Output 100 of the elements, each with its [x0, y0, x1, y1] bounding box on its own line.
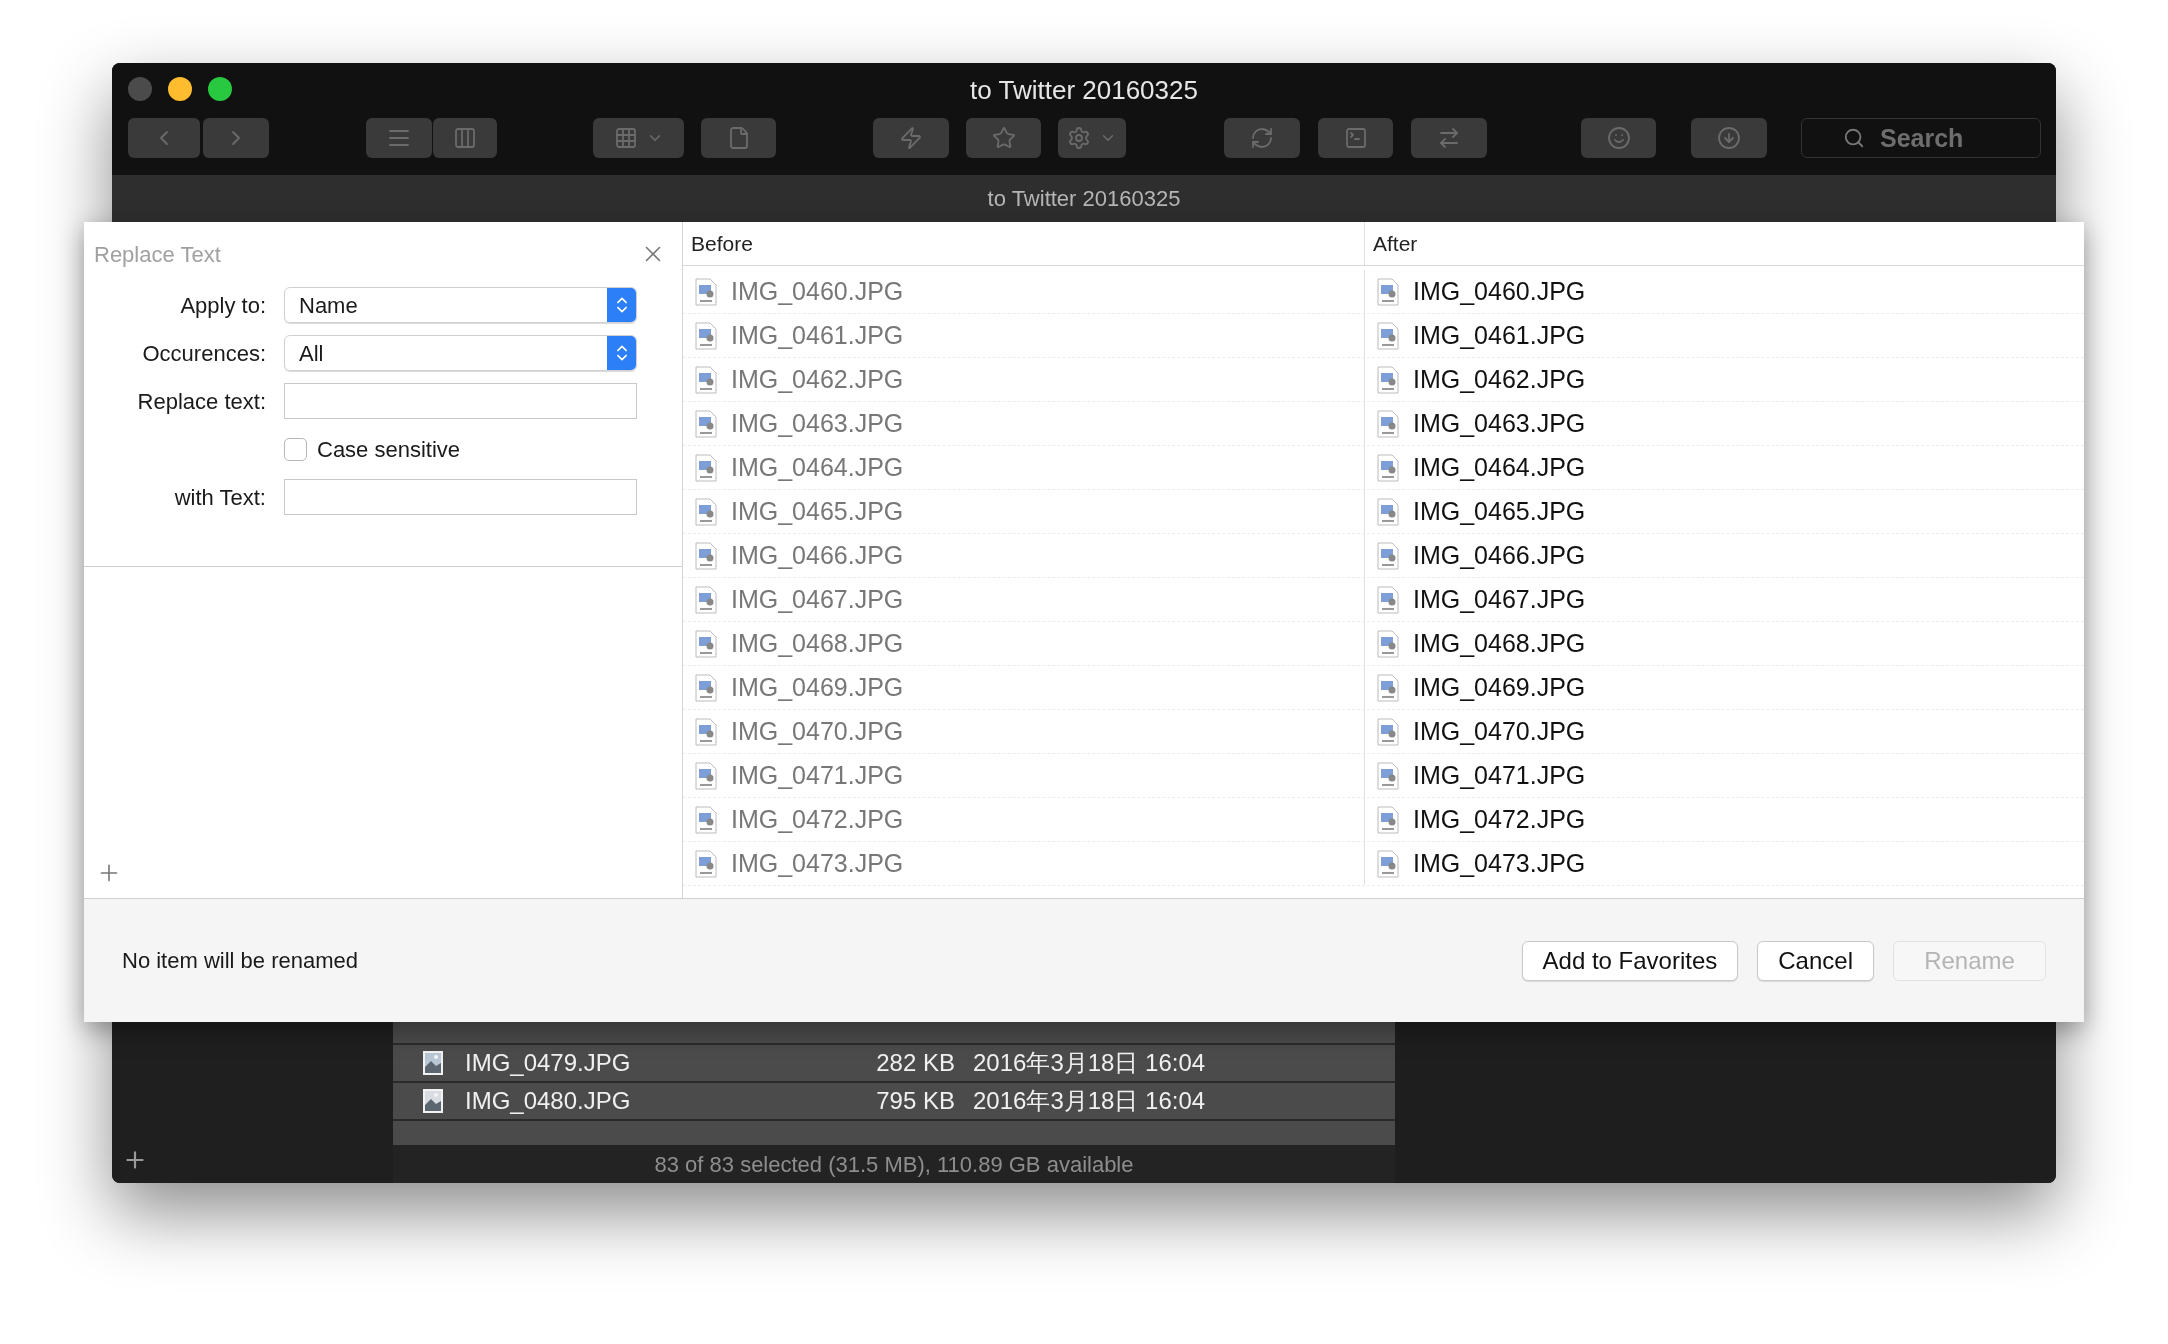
refresh-icon — [1250, 126, 1274, 150]
table-cell-text: IMG_0466.JPG — [731, 539, 904, 571]
table-cell-text: IMG_0464.JPG — [731, 451, 904, 483]
text-field[interactable] — [284, 479, 637, 515]
jpeg-file-icon — [695, 365, 717, 394]
lightning-icon — [899, 126, 923, 150]
field-label: with Text: — [173, 483, 266, 512]
table-cell-text: IMG_0467.JPG — [1413, 583, 1586, 615]
field-label: Replace text: — [136, 387, 266, 416]
stepper-icon — [607, 288, 636, 322]
file-row[interactable]: IMG_0479.JPG 282 KB 2016年3月18日 16:04 — [393, 1045, 1395, 1081]
table-cell-text: IMG_0465.JPG — [731, 495, 904, 527]
table-cell-text: IMG_0464.JPG — [1413, 451, 1586, 483]
settings-button[interactable] — [1058, 118, 1126, 158]
table-cell-text: IMG_0462.JPG — [731, 363, 904, 395]
column-view-button[interactable] — [433, 118, 497, 158]
panel-title: Replace Text — [94, 240, 221, 269]
table-cell-text: IMG_0470.JPG — [731, 715, 904, 747]
star-icon — [991, 126, 1016, 150]
table-cell-text: IMG_0463.JPG — [1413, 407, 1586, 439]
file-size: 282 KB — [875, 1048, 955, 1078]
footer-button[interactable]: Add to Favorites — [1521, 940, 1739, 981]
jpeg-file-icon — [1377, 849, 1399, 878]
table-cell-text: IMG_0461.JPG — [731, 319, 904, 351]
jpeg-file-icon — [695, 541, 717, 570]
swap-arrows-button[interactable] — [1411, 118, 1487, 158]
field-label: Occurences: — [141, 339, 266, 368]
table-cell-text: IMG_0461.JPG — [1413, 319, 1586, 351]
download-button[interactable] — [1691, 118, 1767, 158]
table-cell-text: IMG_0472.JPG — [731, 803, 904, 835]
smiley-icon — [1606, 126, 1631, 150]
jpeg-file-icon — [1377, 717, 1399, 746]
status-message: No item will be renamed — [122, 947, 359, 975]
terminal-icon — [1343, 126, 1368, 150]
table-cell-text: IMG_0463.JPG — [731, 407, 904, 439]
popup-menu[interactable]: Name — [284, 287, 637, 323]
jpeg-file-icon — [1377, 761, 1399, 790]
download-icon — [1717, 126, 1741, 150]
jpeg-file-icon — [1377, 365, 1399, 394]
jpeg-file-icon — [695, 409, 717, 438]
table-cell-text: IMG_0473.JPG — [731, 847, 904, 879]
search-field[interactable]: Search — [1801, 118, 2041, 158]
jpeg-file-icon — [695, 673, 717, 702]
table-cell-text: IMG_0470.JPG — [1413, 715, 1586, 747]
search-icon — [1843, 127, 1865, 149]
star-button[interactable] — [966, 118, 1041, 158]
table-cell-text: IMG_0469.JPG — [731, 671, 904, 703]
list-view-button[interactable] — [366, 118, 432, 158]
footer-button[interactable]: Cancel — [1757, 940, 1874, 981]
table-cell-text: IMG_0462.JPG — [1413, 363, 1586, 395]
table-cell-text: IMG_0460.JPG — [1413, 275, 1586, 307]
jpeg-file-icon — [1377, 805, 1399, 834]
table-cell-text: IMG_0468.JPG — [731, 627, 904, 659]
stepper-icon — [607, 336, 636, 370]
jpeg-file-icon — [695, 277, 717, 306]
case-sensitive-checkbox[interactable]: Case sensitive — [284, 432, 461, 466]
table-cell-text: IMG_0472.JPG — [1413, 803, 1586, 835]
swap-arrows-icon — [1437, 126, 1461, 150]
table-cell-text: IMG_0473.JPG — [1413, 847, 1586, 879]
jpeg-file-icon — [695, 585, 717, 614]
jpeg-file-icon — [1377, 629, 1399, 658]
jpeg-file-icon — [695, 717, 717, 746]
jpeg-file-icon — [1377, 585, 1399, 614]
jpeg-file-icon — [1377, 453, 1399, 482]
jpeg-file-icon — [695, 497, 717, 526]
field-label: Apply to: — [179, 291, 266, 320]
new-document-button[interactable] — [701, 118, 776, 158]
lightning-button[interactable] — [873, 118, 949, 158]
jpeg-file-icon — [1377, 277, 1399, 306]
jpeg-file-icon — [695, 761, 717, 790]
text-field[interactable] — [284, 383, 637, 419]
terminal-button[interactable] — [1318, 118, 1393, 158]
file-date: 2016年3月18日 16:04 — [973, 1048, 1206, 1078]
jpeg-file-icon — [695, 321, 717, 350]
file-name: IMG_0480.JPG — [465, 1086, 632, 1116]
table-cell-text: IMG_0468.JPG — [1413, 627, 1586, 659]
column-view-icon — [453, 126, 477, 150]
file-row[interactable]: IMG_0480.JPG 795 KB 2016年3月18日 16:04 — [393, 1083, 1395, 1119]
grid-view-button[interactable] — [593, 118, 684, 158]
jpeg-file-icon — [1377, 497, 1399, 526]
smiley-button[interactable] — [1581, 118, 1656, 158]
jpeg-file-icon — [1377, 673, 1399, 702]
jpeg-file-icon — [1377, 321, 1399, 350]
table-cell-text: IMG_0460.JPG — [731, 275, 904, 307]
jpeg-file-icon — [695, 629, 717, 658]
jpeg-file-icon — [1377, 409, 1399, 438]
status-text: 83 of 83 selected (31.5 MB), 110.89 GB available — [654, 1150, 1134, 1179]
table-cell-text: IMG_0471.JPG — [731, 759, 904, 791]
popup-menu[interactable]: All — [284, 335, 637, 371]
settings-icon — [1067, 126, 1091, 150]
jpeg-file-icon — [695, 453, 717, 482]
file-name: IMG_0479.JPG — [465, 1048, 632, 1078]
jpeg-file-icon — [1377, 541, 1399, 570]
forward-button[interactable] — [203, 118, 269, 158]
column-header[interactable]: After — [1365, 222, 2084, 265]
refresh-button[interactable] — [1224, 118, 1300, 158]
jpeg-file-icon — [695, 805, 717, 834]
column-header[interactable]: Before — [683, 222, 1365, 265]
window-title: to Twitter 20160325 — [970, 74, 1198, 107]
table-cell-text: IMG_0469.JPG — [1413, 671, 1586, 703]
